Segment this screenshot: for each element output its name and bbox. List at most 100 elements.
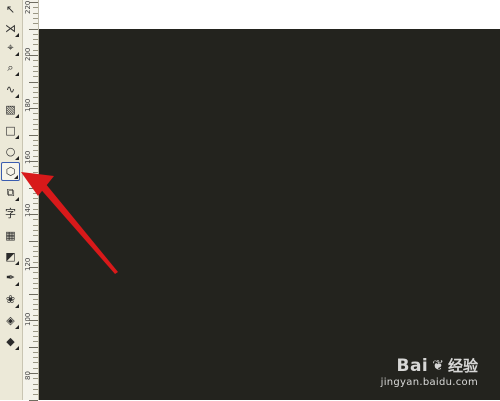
ruler-tick	[33, 314, 38, 316]
ruler-tick	[33, 60, 38, 62]
ruler-tick	[33, 39, 38, 41]
interactive-fill-tool-button[interactable]: ◆	[1, 332, 20, 351]
zoom-tool-button[interactable]: ⌕	[1, 58, 20, 77]
polygon-icon: ⬡	[5, 165, 16, 178]
ruler-tick	[33, 166, 38, 168]
ruler-tick	[33, 219, 38, 221]
ruler-tick	[33, 192, 38, 194]
watermark-logo: Bai ❦ 经验	[381, 355, 478, 376]
ruler-tick	[33, 235, 38, 237]
pick-tool-button[interactable]: ↖	[1, 0, 20, 19]
ruler-tick	[33, 92, 38, 94]
eyedropper-icon: ✒	[5, 271, 16, 284]
outline-pen-icon: ❀	[5, 293, 16, 306]
drawing-canvas[interactable]	[39, 29, 500, 400]
ruler-tick	[33, 224, 38, 226]
ruler-tick	[33, 341, 38, 343]
ruler-tick	[33, 171, 38, 173]
interactive-fill-icon: ◆	[6, 335, 15, 348]
watermark-url: jingyan.baidu.com	[380, 377, 478, 388]
ruler-tick	[33, 198, 38, 200]
ruler-tick	[29, 108, 38, 109]
ruler-tick	[33, 229, 38, 231]
ruler-tick	[29, 240, 38, 242]
ruler-tick	[29, 2, 38, 3]
ruler-tick	[33, 113, 38, 115]
basic-shapes-tool-button[interactable]: ⧉	[1, 183, 20, 202]
ruler-tick	[33, 272, 38, 274]
ruler-label: 180	[24, 98, 32, 112]
ruler-tick	[33, 298, 38, 300]
ruler-tick	[33, 388, 38, 390]
smart-fill-tool-button[interactable]: ▧	[1, 100, 20, 119]
ruler-tick	[29, 320, 38, 321]
ruler-tick	[33, 277, 38, 279]
ruler-tick	[33, 49, 38, 51]
ruler-tick	[33, 282, 38, 284]
ruler-tick	[33, 288, 38, 290]
ruler-tick	[33, 357, 38, 359]
ruler-tick	[33, 145, 38, 147]
ruler-tick	[33, 383, 38, 385]
ruler-tick	[29, 373, 38, 374]
vertical-ruler[interactable]: 220 200 180 160 140 120 100 80	[23, 0, 39, 401]
watermark-jingyan: 经验	[447, 357, 478, 375]
watermark-brand: Bai	[396, 355, 429, 376]
ruler-tick	[33, 17, 38, 19]
rectangle-tool-button[interactable]: □	[1, 121, 20, 140]
smart-fill-icon: ▧	[5, 103, 16, 116]
ruler-tick	[33, 150, 38, 152]
ruler-tick	[33, 256, 38, 258]
ruler-tick	[33, 76, 38, 78]
ruler-tick	[33, 129, 38, 131]
shape-edit-icon: ⋊	[5, 22, 16, 35]
ruler-tick	[33, 12, 38, 14]
ruler-tick	[33, 394, 38, 396]
crop-icon: ⌖	[7, 41, 14, 54]
ruler-tick	[33, 325, 38, 327]
ruler-tick	[33, 86, 38, 88]
eyedropper-tool-button[interactable]: ✒	[1, 268, 20, 287]
ruler-tick	[33, 7, 38, 9]
ruler-tick	[29, 187, 38, 189]
text-tool-button[interactable]: 字	[1, 204, 20, 223]
ruler-tick	[29, 55, 38, 56]
ruler-tick	[33, 378, 38, 380]
fill-tool-button[interactable]: ◈	[1, 311, 20, 330]
ruler-tick	[33, 102, 38, 104]
freehand-tool-button[interactable]: ∿	[1, 80, 20, 99]
ruler-tick	[33, 367, 38, 369]
ruler-tick	[33, 176, 38, 178]
ruler-tick	[33, 123, 38, 125]
shape-tool-button[interactable]: ⋊	[1, 19, 20, 38]
ruler-tick	[29, 267, 38, 268]
toolbox: ↖ ⋊ ⌖ ⌕ ∿ ▧ □ ○ ⬡ ⧉ 字 ▦ ◩ ✒ ❀ ◈ ◆	[0, 0, 23, 400]
ruler-tick	[33, 182, 38, 184]
crop-tool-button[interactable]: ⌖	[1, 38, 20, 57]
polygon-tool-button[interactable]: ⬡	[1, 162, 20, 181]
table-icon: ▦	[5, 229, 16, 242]
ruler-tick	[33, 309, 38, 311]
interactive-blend-tool-button[interactable]: ◩	[1, 247, 20, 266]
paw-icon: ❦	[432, 357, 444, 374]
fill-bucket-icon: ◈	[6, 314, 15, 327]
ruler-tick	[29, 214, 38, 215]
ellipse-tool-button[interactable]: ○	[1, 142, 20, 161]
freehand-icon: ∿	[5, 83, 16, 96]
ruler-tick	[33, 245, 38, 247]
ruler-tick	[29, 161, 38, 162]
page-area[interactable]	[39, 0, 500, 29]
ruler-tick	[29, 134, 38, 136]
ruler-tick	[29, 28, 38, 30]
ruler-tick	[33, 97, 38, 99]
rectangle-icon: □	[5, 124, 16, 137]
ruler-tick	[29, 293, 38, 295]
outline-pen-tool-button[interactable]: ❀	[1, 290, 20, 309]
ruler-tick	[33, 351, 38, 353]
table-tool-button[interactable]: ▦	[1, 226, 20, 245]
blend-icon: ◩	[5, 250, 16, 263]
ruler-tick	[33, 203, 38, 205]
basic-shapes-icon: ⧉	[6, 186, 15, 199]
ellipse-icon: ○	[5, 145, 16, 158]
zoom-icon: ⌕	[7, 61, 14, 74]
